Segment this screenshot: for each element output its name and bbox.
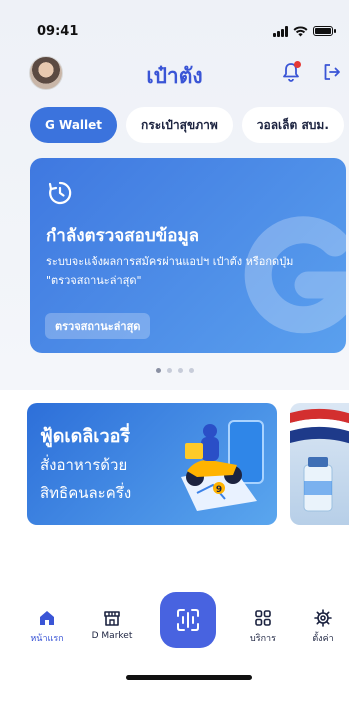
logout-button[interactable]: [318, 58, 346, 86]
nav-label: D Market: [91, 631, 133, 641]
promo-badge: 9: [216, 485, 222, 495]
carousel-dots: [0, 368, 349, 373]
carousel-dot[interactable]: [155, 368, 161, 373]
notification-button[interactable]: [277, 58, 305, 86]
nav-home[interactable]: หน้าแรก: [17, 609, 77, 645]
nav-services[interactable]: บริการ: [233, 609, 293, 645]
grid-icon: [255, 610, 271, 626]
home-icon: [40, 611, 54, 625]
status-bar: 09:41: [0, 0, 349, 50]
tab-health-wallet[interactable]: กระเป๋าสุขภาพ: [126, 107, 233, 143]
g-wallet-card[interactable]: กำลังตรวจสอบข้อมูล ระบบจะแจ้งผลการสมัครผ…: [30, 158, 346, 353]
carousel-dot[interactable]: [188, 368, 194, 373]
nav-label: หน้าแรก: [30, 634, 64, 644]
logout-icon: [324, 64, 340, 80]
market-icon: [104, 611, 120, 626]
scan-button[interactable]: [160, 592, 216, 648]
card-description: ระบบจะแจ้งผลการสมัครผ่านแอปฯ เป๋าตัง หรื…: [46, 255, 294, 287]
carousel-dot[interactable]: [177, 368, 183, 373]
wifi-icon: [293, 25, 308, 36]
status-icons: [273, 24, 336, 38]
nav-settings[interactable]: ตั้งค่า: [293, 609, 349, 645]
promo-subtitle-1: สั่งอาหารด้วย: [40, 456, 128, 474]
nav-label: ตั้งค่า: [312, 634, 334, 644]
nav-d-market[interactable]: D Market: [82, 609, 142, 641]
carousel-dot[interactable]: [166, 368, 172, 373]
notification-dot: [294, 61, 301, 68]
promo-title: ฟู้ดเดลิเวอรี่: [40, 426, 131, 447]
nav-label: บริการ: [250, 634, 276, 644]
tab-bond-wallet[interactable]: วอลเล็ต สบม.: [241, 107, 344, 143]
food-delivery-banner[interactable]: ฟู้ดเดลิเวอรี่ สั่งอาหารด้วย สิทธิคนละคร…: [27, 403, 277, 525]
tab-g-wallet[interactable]: G Wallet: [30, 107, 118, 143]
card-title: กำลังตรวจสอบข้อมูล: [46, 226, 200, 246]
home-indicator: [126, 675, 252, 680]
check-status-button[interactable]: ตรวจสถานะล่าสุด: [45, 313, 151, 339]
scan-icon: [177, 609, 199, 631]
pending-clock-icon: [48, 181, 72, 205]
delivery-scooter-illustration: 9: [181, 420, 264, 511]
vaccine-illustration: [290, 408, 349, 512]
battery-icon: [313, 26, 336, 36]
promo-subtitle-2: สิทธิคนละครึ่ง: [40, 484, 132, 502]
vaccine-banner[interactable]: [290, 403, 349, 525]
status-time: 09:41: [37, 24, 79, 39]
gear-icon: [314, 609, 332, 627]
wallet-tabs: G Wallet กระเป๋าสุขภาพ วอลเล็ต สบม.: [30, 107, 344, 143]
signal-icon: [273, 25, 288, 37]
header: เป๋าตัง: [0, 52, 349, 94]
